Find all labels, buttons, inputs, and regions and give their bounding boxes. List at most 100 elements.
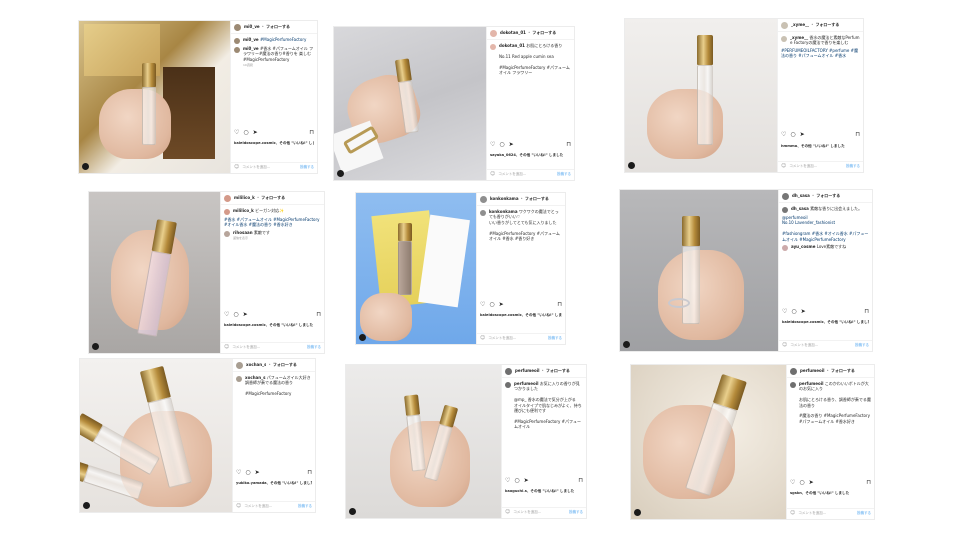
username[interactable]: xochan_s — [246, 362, 266, 367]
comment-user[interactable]: mi0_ve — [243, 37, 259, 42]
post-photo[interactable] — [334, 27, 488, 180]
add-comment-input[interactable]: コメントを追加... — [232, 345, 260, 350]
post-card-7[interactable]: xochan_s • フォローする xochan_s パフュームオイル大好き 調… — [79, 358, 316, 513]
comment-user[interactable]: dh_sasa — [791, 206, 809, 211]
post-photo[interactable] — [625, 19, 779, 172]
comment-user[interactable]: mililico_k — [233, 208, 254, 213]
post-photo[interactable] — [89, 192, 222, 353]
username[interactable]: _xyme__ — [791, 22, 809, 27]
emoji-icon[interactable]: ☺ — [234, 164, 239, 170]
add-comment-bar[interactable]: ☺ コメントを追加... 投稿する — [233, 501, 315, 512]
post-photo[interactable] — [620, 190, 780, 351]
add-comment-input[interactable]: コメントを追加... — [513, 510, 541, 515]
add-comment-input[interactable]: コメントを追加... — [498, 172, 526, 177]
post-card-8[interactable]: perfumeoil • フォローする perfumeoil お気に入りの香りが… — [345, 364, 587, 519]
comment-icon[interactable]: ○ — [489, 301, 494, 309]
emoji-icon[interactable]: ☺ — [790, 510, 795, 516]
bookmark-icon[interactable]: ⊓ — [566, 141, 571, 149]
post-photo[interactable] — [346, 365, 503, 518]
add-comment-bar[interactable]: ☺ コメントを追加... 投稿する — [779, 340, 872, 351]
post-card-2[interactable]: dokotan_01 • フォローする dokotan_01 お肌にとろける香り… — [333, 26, 575, 181]
follow-button[interactable]: フォローする — [831, 368, 855, 373]
bookmark-icon[interactable]: ⊓ — [866, 479, 871, 487]
heart-icon[interactable]: ♡ — [480, 301, 485, 309]
share-icon[interactable]: ➤ — [800, 131, 805, 139]
bookmark-icon[interactable]: ⊓ — [864, 308, 869, 316]
post-card-9[interactable]: perfumeoil • フォローする perfumeoil このかわいいボトル… — [630, 364, 875, 520]
follow-button[interactable]: フォローする — [266, 24, 290, 29]
add-comment-input[interactable]: コメントを追加... — [798, 511, 826, 516]
emoji-icon[interactable]: ☺ — [480, 335, 485, 341]
heart-icon[interactable]: ♡ — [781, 131, 786, 139]
share-icon[interactable]: ➤ — [509, 141, 514, 149]
username[interactable]: mi0_ve — [244, 24, 260, 29]
add-comment-input[interactable]: コメントを追加... — [244, 504, 272, 509]
add-comment-bar[interactable]: ☺ コメントを追加... 投稿する — [502, 507, 586, 518]
username[interactable]: perfumeoil — [800, 368, 825, 373]
share-icon[interactable]: ➤ — [253, 129, 258, 137]
post-comment-button[interactable]: 投稿する — [300, 165, 314, 170]
post-photo[interactable] — [356, 193, 478, 344]
heart-icon[interactable]: ♡ — [505, 477, 510, 485]
post-comment-button[interactable]: 投稿する — [846, 164, 860, 169]
heart-icon[interactable]: ♡ — [224, 311, 229, 319]
add-comment-input[interactable]: コメントを追加... — [242, 165, 270, 170]
add-comment-bar[interactable]: ☺ コメントを追加... 投稿する — [787, 508, 874, 519]
post-comment-button[interactable]: 投稿する — [857, 511, 871, 516]
add-comment-bar[interactable]: ☺ コメントを追加... 投稿する — [231, 162, 317, 173]
emoji-icon[interactable]: ☺ — [236, 503, 241, 509]
follow-button[interactable]: フォローする — [525, 196, 549, 201]
emoji-icon[interactable]: ☺ — [224, 344, 229, 350]
post-photo[interactable] — [631, 365, 788, 519]
add-comment-bar[interactable]: ☺ コメントを追加... 投稿する — [487, 169, 574, 180]
comment-icon[interactable]: ○ — [233, 311, 238, 319]
follow-button[interactable]: フォローする — [815, 22, 839, 27]
add-comment-input[interactable]: コメントを追加... — [790, 343, 818, 348]
username[interactable]: perfumeoil — [515, 368, 540, 373]
username[interactable]: dh_sasa — [792, 193, 810, 198]
emoji-icon[interactable]: ☺ — [490, 171, 495, 177]
share-icon[interactable]: ➤ — [255, 469, 260, 477]
post-card-1[interactable]: mi0_ve • フォローする mi0_ve #MagicPerfumeFact… — [78, 20, 318, 174]
bookmark-icon[interactable]: ⊓ — [316, 311, 321, 319]
post-card-3[interactable]: _xyme__ • フォローする _xyme__ 香水の魔法と素敵なPerfum… — [624, 18, 864, 173]
follow-button[interactable]: フォローする — [261, 195, 285, 200]
bookmark-icon[interactable]: ⊓ — [855, 131, 860, 139]
comment-icon[interactable]: ○ — [799, 479, 804, 487]
add-comment-bar[interactable]: ☺ コメントを追加... 投稿する — [778, 161, 863, 172]
username[interactable]: konkonkama — [490, 196, 519, 201]
share-icon[interactable]: ➤ — [243, 311, 248, 319]
username[interactable]: mililico_k — [234, 195, 255, 200]
add-comment-input[interactable]: コメントを追加... — [488, 336, 516, 341]
heart-icon[interactable]: ♡ — [782, 308, 787, 316]
add-comment-bar[interactable]: ☺ コメントを追加... 投稿する — [221, 342, 324, 353]
comment-icon[interactable]: ○ — [243, 129, 248, 137]
bookmark-icon[interactable]: ⊓ — [557, 301, 562, 309]
post-comment-button[interactable]: 投稿する — [307, 345, 321, 350]
comment-icon[interactable]: ○ — [791, 308, 796, 316]
post-comment-button[interactable]: 投稿する — [298, 504, 312, 509]
follow-button[interactable]: フォローする — [273, 362, 297, 367]
comment-user[interactable]: dokotan_01 — [499, 43, 525, 48]
post-photo[interactable] — [79, 21, 232, 173]
post-photo[interactable] — [80, 359, 234, 512]
add-comment-bar[interactable]: ☺ コメントを追加... 投稿する — [477, 333, 565, 344]
comment-icon[interactable]: ○ — [245, 469, 250, 477]
heart-icon[interactable]: ♡ — [234, 129, 239, 137]
heart-icon[interactable]: ♡ — [790, 479, 795, 487]
follow-button[interactable]: フォローする — [532, 30, 556, 35]
comment-icon[interactable]: ○ — [790, 131, 795, 139]
view-replies-link[interactable]: 返信を表示 — [233, 236, 270, 241]
post-comment-button[interactable]: 投稿する — [557, 172, 571, 177]
emoji-icon[interactable]: ☺ — [782, 342, 787, 348]
post-comment-button[interactable]: 投稿する — [548, 336, 562, 341]
share-icon[interactable]: ➤ — [809, 479, 814, 487]
emoji-icon[interactable]: ☺ — [781, 163, 786, 169]
heart-icon[interactable]: ♡ — [236, 469, 241, 477]
comment-user[interactable]: ayu_cosme — [791, 244, 815, 249]
post-card-4[interactable]: mililico_k • フォローする mililico_k ビーガン対応✨ #… — [88, 191, 325, 354]
bookmark-icon[interactable]: ⊓ — [578, 477, 583, 485]
share-icon[interactable]: ➤ — [499, 301, 504, 309]
comment-icon[interactable]: ○ — [514, 477, 519, 485]
follow-button[interactable]: フォローする — [546, 368, 570, 373]
